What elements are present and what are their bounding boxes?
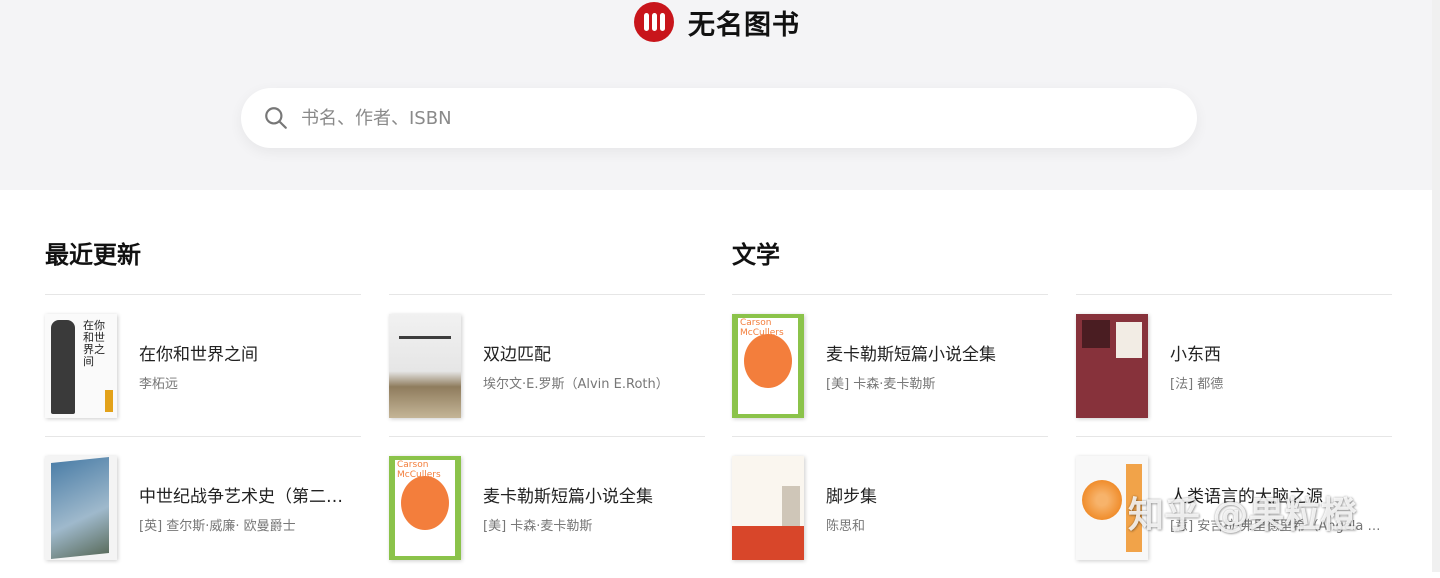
book-card[interactable]: 中世纪战争艺术史（第二卷） [英] 查尔斯·威廉· 欧曼爵士 bbox=[45, 436, 361, 578]
search-icon[interactable] bbox=[263, 105, 289, 131]
book-card[interactable]: 双边匹配 埃尔文·E.罗斯（Alvin E.Roth） bbox=[389, 294, 705, 436]
book-author: [美] 卡森·麦卡勒斯 bbox=[826, 376, 936, 392]
book-card[interactable]: 人类语言的大脑之源 [意] 安吉拉·弗里德里希（Angela Friederic… bbox=[1076, 436, 1392, 578]
section-title: 最近更新 bbox=[45, 240, 141, 269]
section-recent: 最近更新 在你和世界之间 在你和世界之间 李柘远 双边匹配 埃尔文·E.罗斯（A… bbox=[45, 232, 705, 560]
section-title: 文学 bbox=[732, 240, 780, 269]
book-title[interactable]: 中世纪战争艺术史（第二卷） bbox=[139, 482, 354, 507]
book-card[interactable]: Carson McCullers 麦卡勒斯短篇小说全集 [美] 卡森·麦卡勒斯 bbox=[732, 294, 1048, 436]
search-box[interactable] bbox=[241, 88, 1197, 148]
book-title[interactable]: 在你和世界之间 bbox=[139, 340, 354, 365]
book-author: 埃尔文·E.罗斯（Alvin E.Roth） bbox=[483, 376, 669, 392]
book-title[interactable]: 人类语言的大脑之源 bbox=[1170, 482, 1385, 507]
book-card[interactable]: 小东西 [法] 都德 bbox=[1076, 294, 1392, 436]
book-author: [英] 查尔斯·威廉· 欧曼爵士 bbox=[139, 518, 296, 534]
book-title[interactable]: 双边匹配 bbox=[483, 340, 698, 365]
book-author: [意] 安吉拉·弗里德里希（Angela Friederici） bbox=[1170, 518, 1385, 534]
search-input[interactable] bbox=[301, 98, 1161, 138]
book-cover[interactable] bbox=[45, 455, 117, 560]
book-card[interactable]: 脚步集 陈思和 bbox=[732, 436, 1048, 578]
book-card[interactable]: Carson McCullers 麦卡勒斯短篇小说全集 [美] 卡森·麦卡勒斯 bbox=[389, 436, 705, 578]
book-cover[interactable] bbox=[389, 313, 461, 418]
book-cover[interactable]: 在你和世界之间 bbox=[45, 313, 117, 418]
book-title[interactable]: 小东西 bbox=[1170, 340, 1385, 365]
header-band: 无名图书 bbox=[0, 0, 1440, 190]
book-author: [美] 卡森·麦卡勒斯 bbox=[483, 518, 593, 534]
book-cover[interactable]: Carson McCullers bbox=[732, 313, 804, 418]
logo-icon bbox=[634, 2, 674, 42]
book-title[interactable]: 脚步集 bbox=[826, 482, 1041, 507]
brand[interactable]: 无名图书 bbox=[634, 0, 800, 44]
book-title[interactable]: 麦卡勒斯短篇小说全集 bbox=[483, 482, 698, 507]
book-cover[interactable] bbox=[1076, 313, 1148, 418]
book-author: [法] 都德 bbox=[1170, 376, 1224, 392]
section-literature: 文学 Carson McCullers 麦卡勒斯短篇小说全集 [美] 卡森·麦卡… bbox=[732, 232, 1392, 560]
book-card[interactable]: 在你和世界之间 在你和世界之间 李柘远 bbox=[45, 294, 361, 436]
book-cover[interactable]: Carson McCullers bbox=[389, 455, 461, 560]
book-author: 李柘远 bbox=[139, 376, 179, 392]
scrollbar[interactable] bbox=[1432, 0, 1440, 572]
book-cover[interactable] bbox=[732, 455, 804, 560]
brand-name: 无名图书 bbox=[688, 9, 800, 41]
book-author: 陈思和 bbox=[826, 518, 866, 534]
book-title[interactable]: 麦卡勒斯短篇小说全集 bbox=[826, 340, 1041, 365]
book-cover[interactable] bbox=[1076, 455, 1148, 560]
